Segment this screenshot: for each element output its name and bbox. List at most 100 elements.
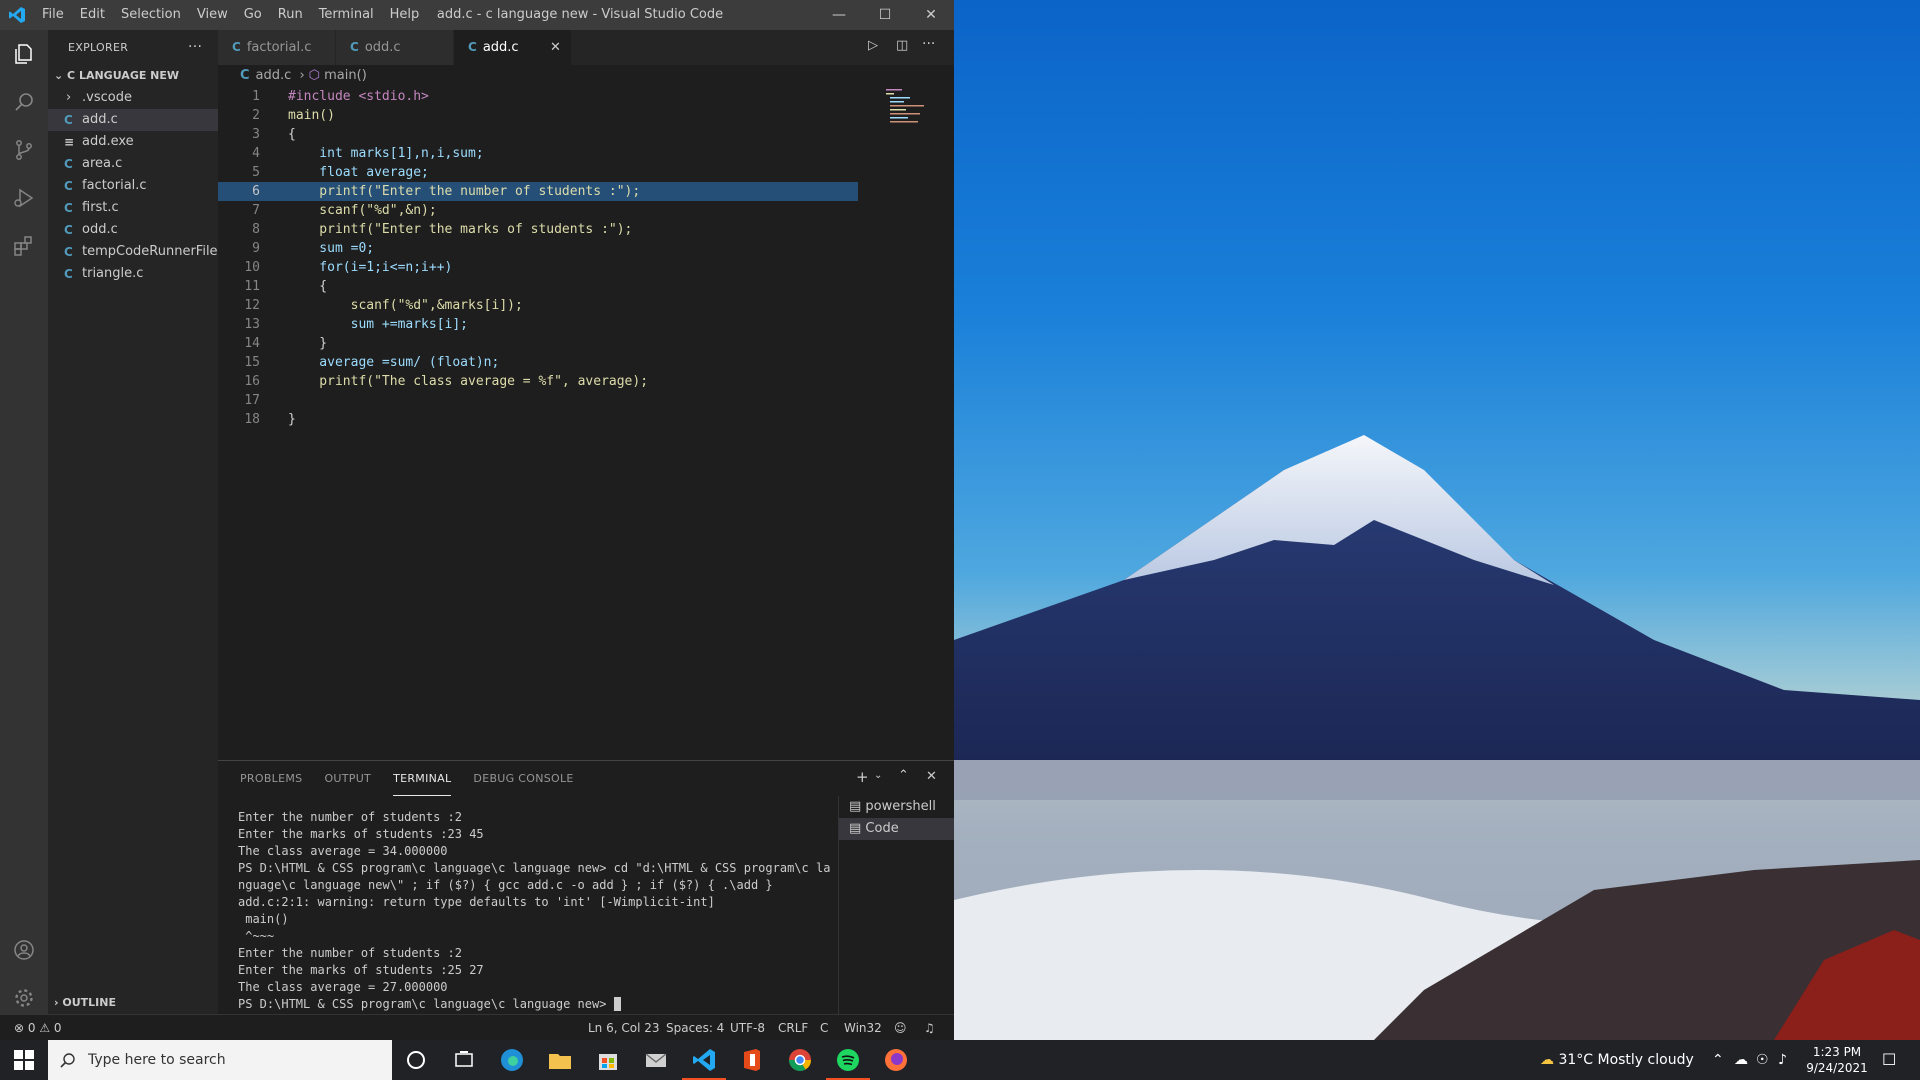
tab-factorial-c[interactable]: Cfactorial.c [218, 30, 336, 65]
menu-file[interactable]: File [34, 0, 72, 30]
volume-icon[interactable]: ♪ [1778, 1040, 1787, 1080]
code-line-current: 6 printf("Enter the number of students :… [218, 182, 858, 201]
breadcrumb-file[interactable]: add.c [256, 68, 292, 83]
edge-browser-icon[interactable] [498, 1046, 526, 1074]
tab-problems[interactable]: PROBLEMS [240, 761, 302, 796]
file-item-factorial-c[interactable]: Cfactorial.c [48, 175, 218, 197]
code-line: 7 scanf("%d",&n); [252, 203, 437, 218]
accounts-icon[interactable] [0, 926, 48, 974]
onedrive-icon[interactable]: ☁ [1734, 1040, 1748, 1080]
chrome-icon[interactable] [786, 1046, 814, 1074]
cortana-icon[interactable] [402, 1046, 430, 1074]
file-item-add-exe[interactable]: ≡ add.exe [48, 131, 218, 153]
run-debug-icon[interactable] [0, 174, 48, 222]
binary-file-icon: ≡ [64, 135, 75, 149]
code-line: 14 } [244, 336, 328, 351]
problems-status[interactable]: ⊗ 0 ⚠ 0 [14, 1015, 62, 1040]
file-item-odd-c[interactable]: Codd.c [48, 219, 218, 241]
tab-odd-c[interactable]: Codd.c [336, 30, 454, 65]
tab-output[interactable]: OUTPUT [324, 761, 371, 796]
code-line: 2 main() [252, 108, 335, 123]
clock[interactable]: 1:23 PM 9/24/2021 [1800, 1044, 1874, 1076]
firefox-icon[interactable] [882, 1046, 910, 1074]
breadcrumb-symbol[interactable]: main() [324, 68, 367, 83]
terminal-icon: ▤ [849, 799, 866, 814]
language-mode[interactable]: C [820, 1015, 828, 1040]
extensions-icon[interactable] [0, 222, 48, 270]
menu-terminal[interactable]: Terminal [311, 0, 382, 30]
code-line: 16 printf("The class average = %f", aver… [244, 374, 649, 389]
task-view-icon[interactable] [450, 1046, 478, 1074]
terminal-line: add.c:2:1: warning: return type defaults… [238, 895, 715, 909]
menu-view[interactable]: View [189, 0, 236, 30]
file-item-triangle-c[interactable]: Ctriangle.c [48, 263, 218, 285]
file-item-first-c[interactable]: Cfirst.c [48, 197, 218, 219]
activity-bar [0, 30, 48, 1014]
eol-status[interactable]: CRLF [778, 1015, 808, 1040]
code-line: 18} [244, 412, 296, 427]
microsoft-store-icon[interactable] [594, 1046, 622, 1074]
split-editor-icon[interactable]: ◫ [896, 38, 908, 53]
file-explorer-icon[interactable] [546, 1046, 574, 1074]
c-file-icon: C [64, 245, 73, 259]
office-icon[interactable] [738, 1046, 766, 1074]
terminal-output[interactable]: Enter the number of students :2 Enter th… [238, 809, 858, 1013]
encoding-status[interactable]: UTF-8 [730, 1015, 765, 1040]
action-center-icon[interactable]: ☐ [1882, 1050, 1896, 1069]
code-line: 8 printf("Enter the marks of students :"… [252, 222, 633, 237]
close-panel-icon[interactable]: ✕ [926, 769, 937, 784]
file-item-area-c[interactable]: Carea.c [48, 153, 218, 175]
code-line: 12 scanf("%d",&marks[i]); [244, 298, 523, 313]
menu-run[interactable]: Run [270, 0, 311, 30]
more-actions-icon[interactable]: ··· [188, 30, 202, 65]
terminal-line: Enter the number of students :2 [238, 946, 462, 960]
source-control-icon[interactable] [0, 126, 48, 174]
terminal-line: nguage\c language new\" ; if ($?) { gcc … [238, 878, 773, 892]
mail-icon[interactable] [642, 1046, 670, 1074]
tab-debug-console[interactable]: DEBUG CONSOLE [473, 761, 573, 796]
minimap[interactable] [884, 87, 944, 127]
feedback-icon[interactable]: ☺ [894, 1015, 907, 1040]
panel-tabs: PROBLEMS OUTPUT TERMINAL DEBUG CONSOLE [240, 761, 596, 796]
maximize-button[interactable]: ☐ [862, 0, 908, 30]
spotify-icon[interactable] [826, 1046, 870, 1080]
weather-widget[interactable]: ☁ 31°C Mostly cloudy [1540, 1040, 1694, 1080]
chevron-down-icon[interactable]: ⌄ [874, 770, 882, 781]
tab-terminal[interactable]: TERMINAL [393, 761, 452, 796]
show-hidden-icons[interactable]: ⌃ [1712, 1040, 1724, 1080]
maximize-panel-icon[interactable]: ⌃ [898, 768, 909, 783]
run-code-icon[interactable]: ▷ [868, 38, 878, 53]
terminal-list: ▤ powershell ▤ Code [838, 796, 954, 1015]
outline-section-header[interactable]: › OUTLINE [48, 992, 218, 1014]
new-terminal-icon[interactable]: + [856, 768, 869, 786]
menu-go[interactable]: Go [236, 0, 270, 30]
code-editor[interactable]: 1 #include <stdio.h> 2 main() 3{ 4 int mar… [218, 87, 954, 760]
cursor-position[interactable]: Ln 6, Col 23 [588, 1015, 660, 1040]
folder-item-vscode[interactable]: › .vscode [48, 87, 218, 109]
file-item-add-c[interactable]: Cadd.c [48, 109, 218, 131]
taskbar-search-box[interactable]: Type here to search [48, 1040, 392, 1080]
file-item-tempcoderunnerfile-c[interactable]: CtempCodeRunnerFile.c [48, 241, 229, 263]
windows-start-icon[interactable] [14, 1050, 34, 1074]
indentation-status[interactable]: Spaces: 4 [666, 1015, 724, 1040]
menu-selection[interactable]: Selection [113, 0, 189, 30]
editor-more-icon[interactable]: ··· [922, 36, 935, 52]
folder-section-header[interactable]: ⌄ C LANGUAGE NEW [48, 65, 218, 87]
network-icon[interactable]: ☉ [1756, 1040, 1769, 1080]
platform-status[interactable]: Win32 [844, 1015, 882, 1040]
explorer-icon[interactable] [0, 30, 48, 78]
close-window-button[interactable]: ✕ [908, 0, 954, 30]
menu-edit[interactable]: Edit [72, 0, 113, 30]
code-line: 15 average =sum/ (float)n; [244, 355, 500, 370]
terminal-prompt-line: PS D:\HTML & CSS program\c language\c la… [238, 997, 621, 1011]
tab-add-c[interactable]: Cadd.c ✕ [454, 30, 572, 65]
notifications-bell-icon[interactable]: ♫ [924, 1015, 935, 1040]
terminal-instance-powershell[interactable]: ▤ powershell [839, 796, 954, 818]
terminal-line: The class average = 27.000000 [238, 980, 448, 994]
vscode-taskbar-icon[interactable] [682, 1046, 726, 1080]
search-icon[interactable] [0, 78, 48, 126]
close-tab-icon[interactable]: ✕ [550, 30, 561, 65]
code-line: 10 for(i=1;i<=n;i++) [244, 260, 453, 275]
terminal-instance-code[interactable]: ▤ Code [839, 818, 954, 840]
minimize-button[interactable]: — [816, 0, 862, 30]
